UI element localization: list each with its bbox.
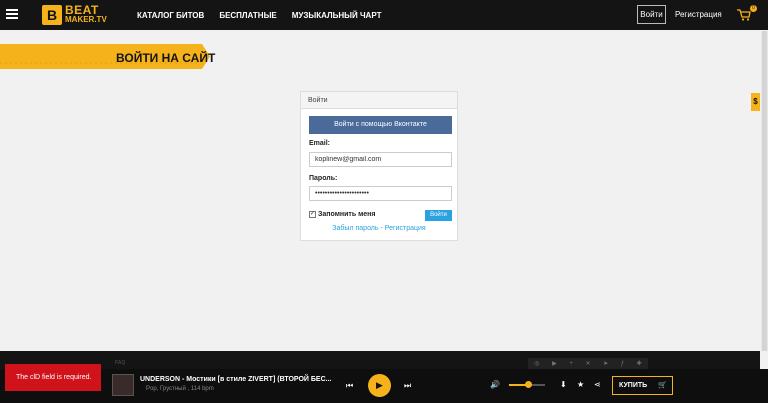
- login-button[interactable]: Войти: [637, 5, 666, 24]
- cart-count-badge: 0: [750, 5, 757, 12]
- logo-text-top: BEAT: [65, 3, 99, 17]
- site-logo[interactable]: B BEAT MAKER.TV: [42, 4, 107, 26]
- nav-item-catalog[interactable]: КАТАЛОГ БИТОВ: [137, 11, 204, 20]
- scrollbar-thumb[interactable]: [762, 31, 767, 351]
- download-icon[interactable]: ⬇: [560, 380, 567, 389]
- track-title[interactable]: UNDERSON - Мостики [в стиле ZIVERT] (ВТО…: [140, 376, 332, 383]
- buy-button[interactable]: КУПИТЬ 🛒: [612, 376, 673, 395]
- play-button[interactable]: ▶: [368, 374, 391, 397]
- main-nav: КАТАЛОГ БИТОВ БЕСПЛАТНЫЕ МУЗЫКАЛЬНЫЙ ЧАР…: [137, 11, 396, 20]
- instagram-icon[interactable]: ◎: [534, 360, 539, 367]
- play-icon: ▶: [376, 380, 383, 390]
- form-register-link[interactable]: Регистрация: [385, 225, 426, 232]
- share-icon[interactable]: ⋖: [594, 380, 601, 389]
- volume-handle[interactable]: [525, 381, 532, 388]
- track-cover[interactable]: [112, 374, 134, 396]
- footer-nav: FAQ: [115, 360, 133, 366]
- page-title: ВОЙТИ НА САЙТ: [116, 51, 216, 65]
- next-icon[interactable]: ⏭: [404, 381, 411, 391]
- track-meta: Pop, Грустный , 114 bpm: [146, 386, 214, 392]
- form-links: Забыл пароль - Регистрация: [301, 225, 457, 232]
- volume-slider[interactable]: [509, 381, 545, 388]
- cart-icon: [737, 9, 751, 21]
- logo-mark-icon: B: [42, 5, 62, 25]
- google-plus-icon[interactable]: ✚: [637, 360, 642, 367]
- remember-label: Запомнить меня: [318, 211, 376, 218]
- favorite-star-icon[interactable]: ★: [577, 380, 584, 389]
- password-label: Пароль:: [309, 175, 338, 182]
- remember-checkbox[interactable]: ✓: [309, 211, 316, 218]
- password-field[interactable]: ••••••••••••••••••••••: [309, 186, 452, 201]
- email-field[interactable]: [309, 152, 452, 167]
- register-link[interactable]: Регистрация: [675, 10, 722, 19]
- scrollbar[interactable]: [761, 31, 768, 351]
- vk-login-button[interactable]: Войти с помощью Вконтакте: [309, 116, 452, 134]
- nav-item-chart[interactable]: МУЗЫКАЛЬНЫЙ ЧАРТ: [292, 11, 382, 20]
- buy-cart-icon: 🛒: [658, 382, 667, 389]
- buy-label: КУПИТЬ: [619, 382, 648, 389]
- facebook-icon[interactable]: ƒ: [621, 361, 624, 367]
- side-dollar-tab[interactable]: $: [751, 93, 760, 111]
- footer-link-faq[interactable]: FAQ: [115, 360, 125, 366]
- cart-button[interactable]: 0: [737, 5, 757, 21]
- volume-icon[interactable]: 🔊: [490, 380, 500, 389]
- email-label: Email:: [309, 140, 331, 147]
- social-links: ◎ ▶ + ✕ ➤ ƒ ✚: [528, 358, 648, 369]
- login-submit-button[interactable]: Войти: [425, 210, 452, 221]
- logo-text-bottom: MAKER.TV: [65, 15, 107, 24]
- telegram-icon[interactable]: ➤: [603, 360, 608, 367]
- previous-icon[interactable]: ⏮: [346, 381, 353, 391]
- login-card-header: Войти: [301, 92, 457, 109]
- top-navbar: B BEAT MAKER.TV КАТАЛОГ БИТОВ БЕСПЛАТНЫЕ…: [0, 0, 768, 30]
- plus-icon[interactable]: +: [569, 361, 573, 367]
- youtube-icon[interactable]: ▶: [552, 360, 557, 367]
- vk-icon[interactable]: ✕: [585, 360, 590, 367]
- forgot-password-link[interactable]: Забыл пароль: [332, 225, 378, 232]
- error-toast: The clD field is required.: [5, 364, 101, 391]
- nav-item-free[interactable]: БЕСПЛАТНЫЕ: [219, 11, 276, 20]
- login-card: Войти Войти с помощью Вконтакте Email: П…: [300, 91, 458, 241]
- hamburger-menu-icon[interactable]: [6, 9, 18, 19]
